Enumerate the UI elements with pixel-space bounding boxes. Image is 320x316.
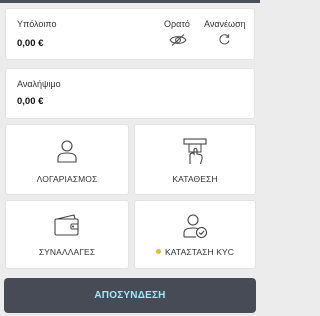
deposit-label: ΚΑΤΑΘΕΣΗ [172,174,218,184]
logout-button[interactable]: ΑΠΟΣΥΝΔΕΣΗ [4,278,256,313]
withdrawable-card: Αναλήψιμο 0,00 € [5,68,255,119]
refresh-icon[interactable] [218,33,231,51]
withdrawable-amount: 0,00 € [17,96,44,107]
top-bar [0,0,260,3]
kyc-status-tile[interactable]: ΚΑΤΑΣΤΑΣΗ KYC [134,200,256,269]
transactions-tile[interactable]: ΣΥΝΑΛΛΑΓΕΣ [5,200,129,269]
account-tile[interactable]: ΛΟΓΑΡΙΑΣΜΟΣ [5,124,129,195]
transactions-label: ΣΥΝΑΛΛΑΓΕΣ [38,247,96,257]
balance-card: Υπόλοιπο 0,00 € Ορατό Ανανέωση [5,8,255,60]
eye-slash-icon[interactable] [169,33,187,52]
balance-amount: 0,00 € [17,38,44,49]
withdrawable-label: Αναλήψιμο [17,79,61,89]
balance-label: Υπόλοιπο [17,19,57,29]
wallet-icon [53,214,81,241]
account-label: ΛΟΓΑΡΙΑΣΜΟΣ [36,174,98,184]
deposit-tile[interactable]: ΚΑΤΑΘΕΣΗ [134,124,256,195]
visible-label: Ορατό [164,19,190,29]
kyc-status-label-wrap: ΚΑΤΑΣΤΑΣΗ KYC [135,247,255,257]
refresh-label: Ανανέωση [204,19,246,29]
user-icon [56,139,78,168]
deposit-icon [182,137,208,170]
kyc-status-dot [156,249,162,255]
user-check-icon [182,213,208,244]
kyc-status-label: ΚΑΤΑΣΤΑΣΗ KYC [165,247,234,257]
